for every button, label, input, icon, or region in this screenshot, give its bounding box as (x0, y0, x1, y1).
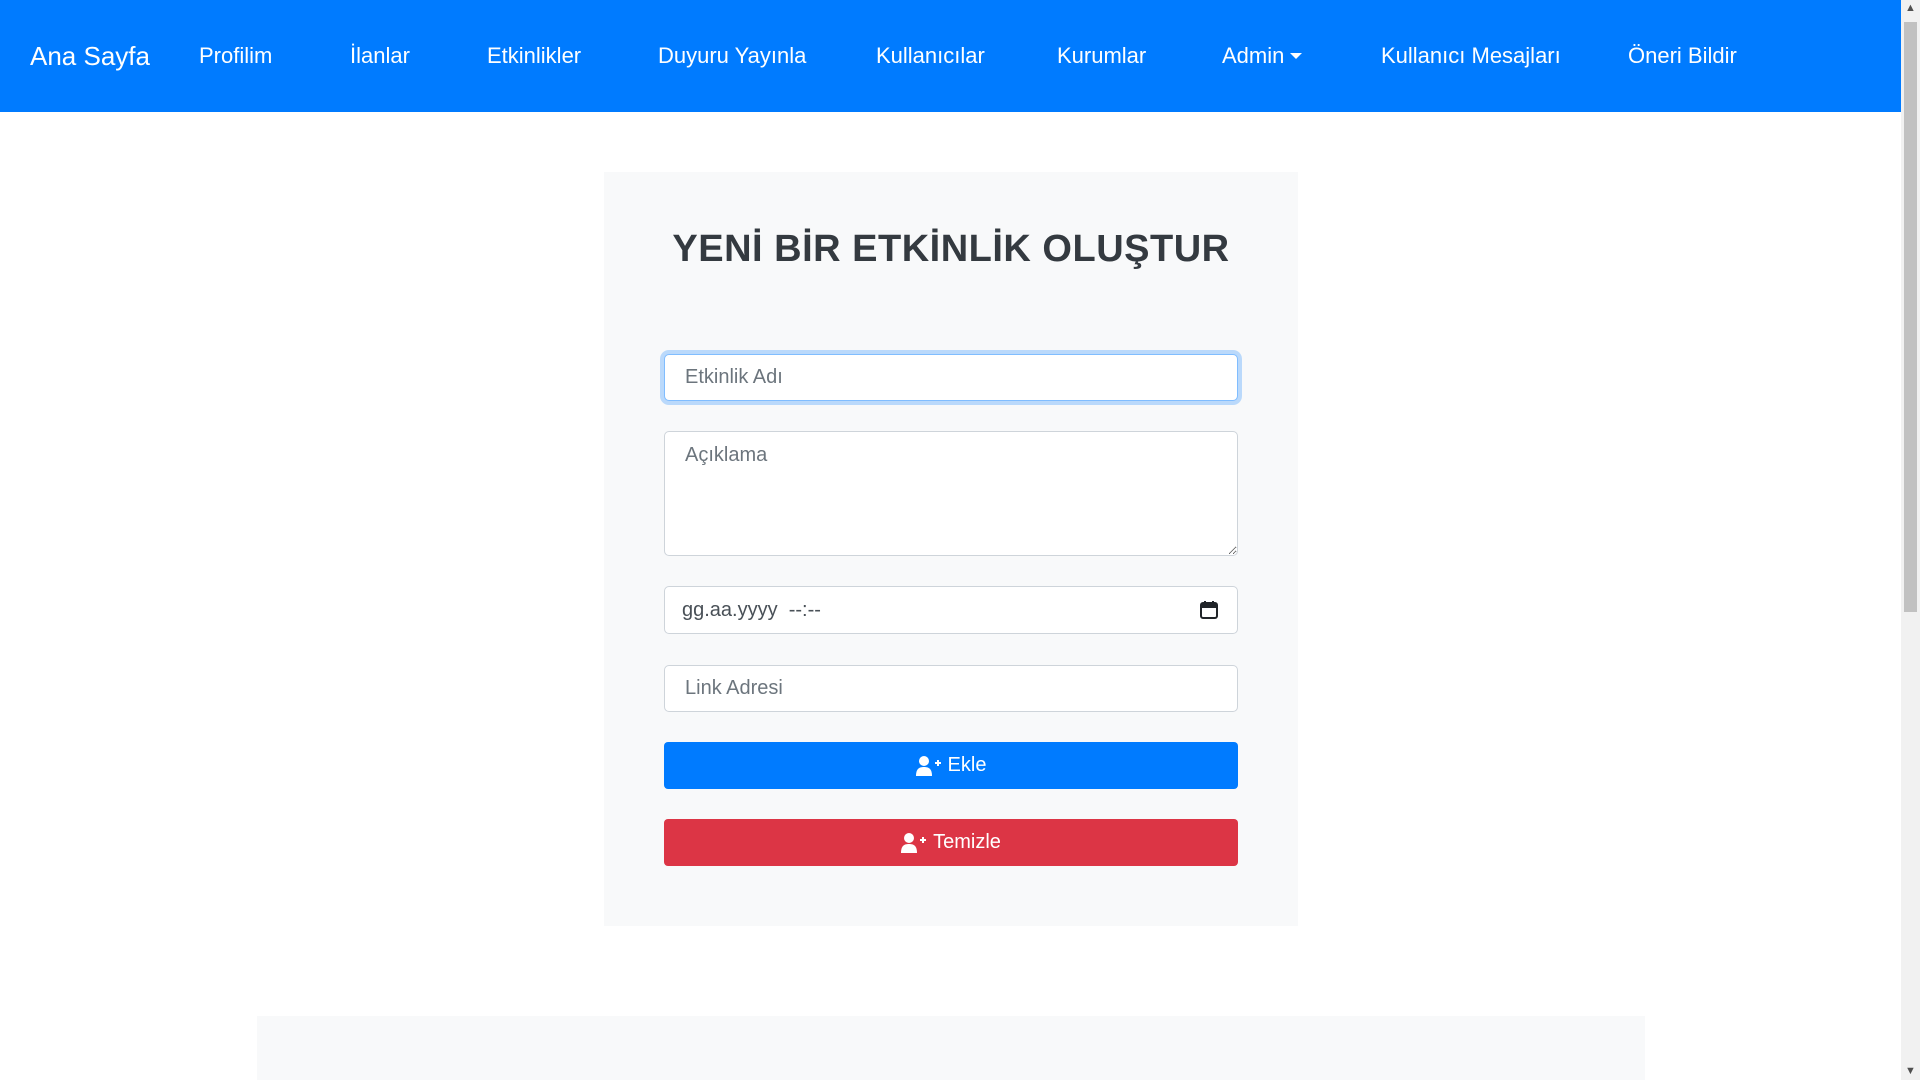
nav-item-duyuru-yayinla[interactable]: Duyuru Yayınla (658, 0, 806, 112)
scroll-down-arrow-icon[interactable]: ▼ (1901, 1063, 1920, 1080)
nav-item-admin-dropdown[interactable]: Admin (1222, 0, 1303, 112)
top-navbar: Ana Sayfa Profilim İlanlar Etkinlikler D… (0, 0, 1901, 112)
nav-item-admin-label: Admin (1222, 43, 1285, 68)
nav-item-kurumlar[interactable]: Kurumlar (1057, 0, 1146, 112)
scroll-up-arrow-icon[interactable]: ▲ (1901, 0, 1920, 17)
event-name-input[interactable] (664, 354, 1238, 401)
page-scrollbar[interactable]: ▲ ▼ (1901, 0, 1920, 1080)
calendar-icon[interactable] (1199, 600, 1219, 620)
nav-item-kullanicilar[interactable]: Kullanıcılar (876, 0, 985, 112)
clear-button[interactable]: Temizle (664, 819, 1238, 866)
nav-item-ilanlar[interactable]: İlanlar (350, 0, 410, 112)
add-button-label: Ekle (947, 754, 987, 776)
lower-content-panel (257, 1016, 1645, 1080)
nav-item-profilim[interactable]: Profilim (199, 0, 272, 112)
caret-down-icon (1290, 53, 1303, 59)
clear-button-label: Temizle (933, 831, 1001, 853)
event-description-textarea[interactable] (664, 431, 1238, 556)
user-plus-icon (915, 755, 941, 776)
event-datetime-input[interactable]: gg.aa.yyyy --:-- (664, 586, 1238, 634)
link-address-input[interactable] (664, 665, 1238, 712)
nav-item-kullanici-mesajlari[interactable]: Kullanıcı Mesajları (1381, 0, 1561, 112)
user-plus-icon (901, 832, 927, 853)
nav-item-oneri-bildir[interactable]: Öneri Bildir (1628, 0, 1737, 112)
scrollbar-thumb[interactable] (1904, 22, 1917, 612)
add-button[interactable]: Ekle (664, 742, 1238, 789)
form-title: YENİ BİR ETKİNLİK OLUŞTUR (672, 228, 1230, 270)
nav-brand-home[interactable]: Ana Sayfa (30, 0, 150, 112)
nav-item-etkinlikler[interactable]: Etkinlikler (487, 0, 581, 112)
datetime-value: gg.aa.yyyy --:-- (682, 599, 821, 621)
